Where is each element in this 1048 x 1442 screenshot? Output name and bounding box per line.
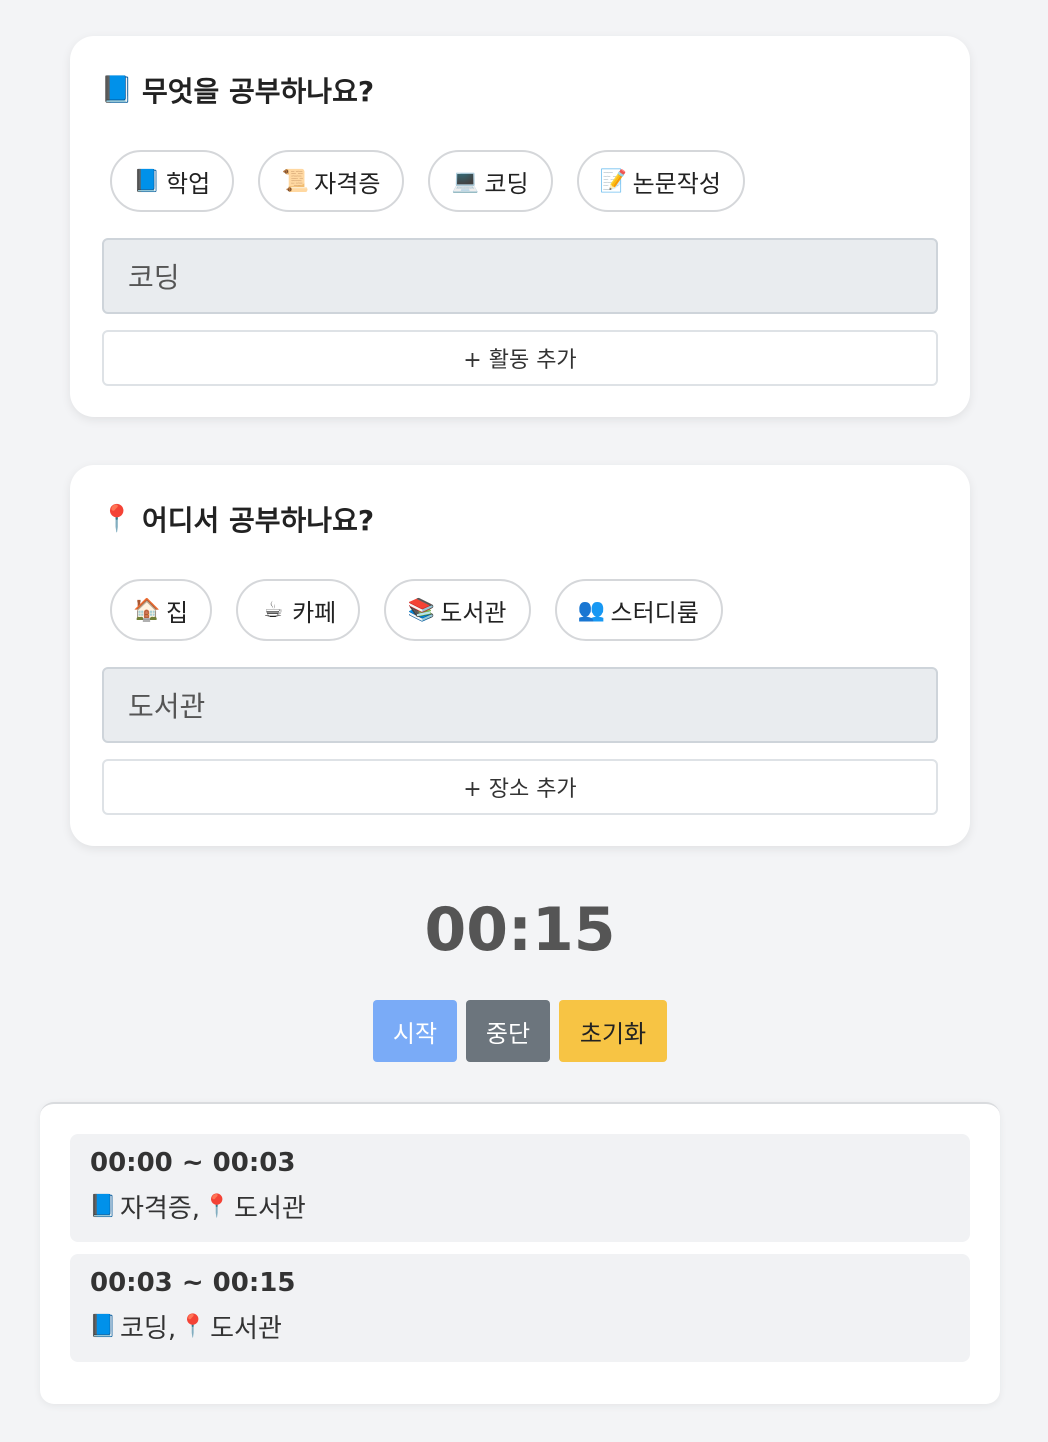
log-entry-description: 📘 코딩, 📍 도서관 [89, 1308, 950, 1345]
activity-card-title: 📘 무엇을 공부하나요? [100, 68, 938, 112]
people-icon: 👥 [577, 597, 606, 623]
timer-controls: 시작 중단 초기화 [0, 1000, 1040, 1062]
laptop-icon: 💻 [451, 168, 480, 194]
log-entry-activity: 코딩, [120, 1314, 177, 1344]
place-chips: 🏠 집 ☕ 카페 📚 도서관 👥 스터디룸 [110, 579, 938, 641]
memo-icon: 📝 [599, 168, 628, 194]
add-place-button[interactable]: + 장소 추가 [102, 759, 938, 815]
place-card-title: 📍 어디서 공부하나요? [100, 497, 938, 541]
place-card: 📍 어디서 공부하나요? 🏠 집 ☕ 카페 📚 도서관 👥 스터디룸 도서관 +… [70, 465, 970, 846]
book-icon: 📘 [133, 168, 161, 194]
chip-label: 코딩 [484, 169, 529, 198]
reset-button[interactable]: 초기화 [559, 1000, 667, 1062]
chip-study[interactable]: 📘 학업 [110, 150, 235, 212]
timer-display: 00:15 [424, 895, 616, 965]
log-entry: 00:00 ~ 00:03 📘 자격증, 📍 도서관 [70, 1134, 970, 1242]
chip-label: 자격증 [314, 169, 381, 198]
session-log: 00:00 ~ 00:03 📘 자격증, 📍 도서관 00:03 ~ 00:15… [40, 1102, 1000, 1404]
scroll-icon: 📜 [281, 168, 309, 194]
pin-icon: 📍 [203, 1194, 231, 1219]
log-entry-place: 도서관 [210, 1314, 282, 1344]
chip-coding[interactable]: 💻 코딩 [428, 150, 553, 212]
pin-icon: 📍 [179, 1314, 207, 1339]
start-button[interactable]: 시작 [373, 1000, 457, 1062]
log-entry-time: 00:00 ~ 00:03 [90, 1148, 296, 1178]
chip-study-room[interactable]: 👥 스터디룸 [554, 579, 723, 641]
chip-label: 스터디룸 [610, 598, 699, 627]
activity-chips: 📘 학업 📜 자격증 💻 코딩 📝 논문작성 [110, 150, 938, 212]
chip-library[interactable]: 📚 도서관 [384, 579, 531, 641]
place-title-text: 어디서 공부하나요? [142, 504, 375, 537]
pin-icon: 📍 [100, 504, 134, 534]
chip-cafe[interactable]: ☕ 카페 [236, 579, 361, 641]
book-icon: 📘 [100, 75, 134, 105]
log-entry-time: 00:03 ~ 00:15 [90, 1268, 296, 1298]
log-entry-description: 📘 자격증, 📍 도서관 [89, 1188, 950, 1225]
chip-label: 논문작성 [632, 169, 721, 198]
house-icon: 🏠 [133, 597, 161, 623]
log-entry-place: 도서관 [234, 1194, 306, 1224]
chip-home[interactable]: 🏠 집 [110, 579, 213, 641]
chip-label: 카페 [292, 598, 337, 627]
book-icon: 📘 [89, 1194, 117, 1219]
add-activity-button[interactable]: + 활동 추가 [102, 330, 938, 386]
activity-title-text: 무엇을 공부하나요? [142, 75, 375, 108]
activity-card: 📘 무엇을 공부하나요? 📘 학업 📜 자격증 💻 코딩 📝 논문작성 코딩 +… [70, 36, 970, 417]
log-entry-activity: 자격증, [120, 1194, 201, 1224]
chip-label: 집 [166, 598, 189, 627]
selected-place-field[interactable]: 도서관 [102, 667, 938, 743]
coffee-icon: ☕ [263, 597, 283, 623]
selected-activity-field[interactable]: 코딩 [102, 238, 938, 314]
log-entry: 00:03 ~ 00:15 📘 코딩, 📍 도서관 [70, 1254, 970, 1362]
chip-label: 학업 [166, 169, 211, 198]
books-icon: 📚 [407, 597, 435, 623]
chip-label: 도서관 [440, 598, 507, 627]
stop-button[interactable]: 중단 [466, 1000, 550, 1062]
chip-thesis[interactable]: 📝 논문작성 [576, 150, 745, 212]
chip-certificate[interactable]: 📜 자격증 [258, 150, 405, 212]
book-icon: 📘 [89, 1314, 117, 1339]
